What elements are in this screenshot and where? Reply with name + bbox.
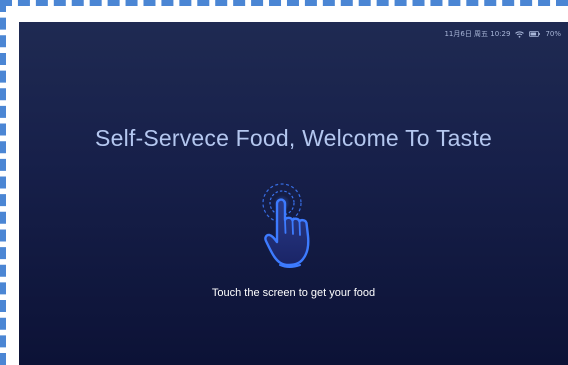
status-datetime: 11月6日 周五 10:29 bbox=[444, 30, 511, 38]
wifi-icon bbox=[515, 30, 525, 38]
touch-screen[interactable]: 11月6日 周五 10:29 70% Self-Servece Food, We… bbox=[19, 22, 568, 365]
touch-instruction: Touch the screen to get your food bbox=[211, 287, 376, 299]
touch-hand-icon[interactable] bbox=[258, 178, 324, 278]
battery-icon bbox=[529, 31, 541, 37]
status-bar: 11月6日 周五 10:29 70% bbox=[444, 29, 561, 39]
battery-percent: 70% bbox=[545, 30, 561, 38]
welcome-headline: Self-Servece Food, Welcome To Taste bbox=[95, 125, 492, 151]
